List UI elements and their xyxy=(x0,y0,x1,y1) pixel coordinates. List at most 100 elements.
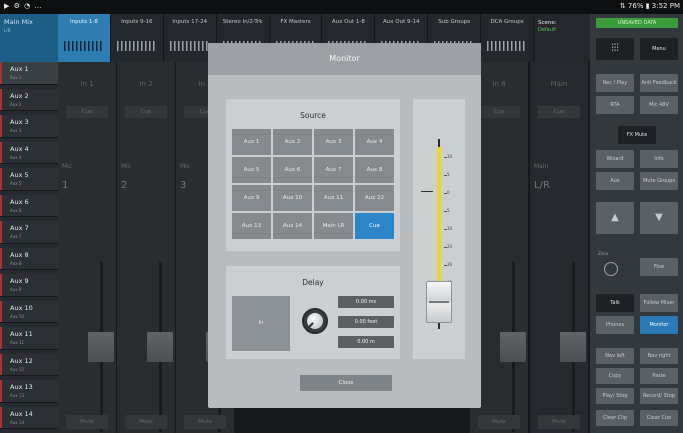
up-arrow-icon[interactable]: ▲ xyxy=(596,202,634,234)
sidebar-color-bar xyxy=(0,168,2,190)
sidebar-item-aux[interactable]: Aux 8 Aux 8 xyxy=(0,247,58,271)
rec-play-button[interactable]: Rec / Play xyxy=(596,74,634,92)
source-button[interactable]: Aux 5 xyxy=(232,157,271,183)
play-stop-button[interactable]: Play/ Stop xyxy=(596,388,634,404)
sidebar-item-sub: Aux 12 xyxy=(10,366,24,372)
delay-meters-field[interactable]: 0.00 m xyxy=(338,336,394,348)
sidebar-color-bar xyxy=(0,300,2,323)
tab-label: Inputs 9-16 xyxy=(121,19,153,25)
close-button[interactable]: Close xyxy=(300,375,392,391)
source-button[interactable]: Main LR xyxy=(314,213,353,239)
unsaved-data-badge: UNSAVED DATA xyxy=(596,18,678,28)
aux-button[interactable]: Aux xyxy=(596,172,634,190)
tab-label: Sub Groups xyxy=(438,19,471,25)
sidebar-item-aux[interactable]: Aux 1 Aux 1 xyxy=(0,62,58,85)
sidebar-item-aux[interactable]: Aux 7 Aux 7 xyxy=(0,221,58,244)
fader-tick-label: 10 xyxy=(447,226,453,231)
wizard-button[interactable]: Wizard xyxy=(596,150,634,168)
source-button[interactable]: Aux 12 xyxy=(355,185,394,211)
sidebar-item-aux[interactable]: Aux 11 Aux 11 xyxy=(0,327,58,350)
source-panel: Source Aux 1 Aux 2 Aux 3 Aux 4 Aux 5 Aux 6 Aux… xyxy=(226,99,400,251)
monitor-button[interactable]: Monitor xyxy=(640,316,678,334)
mixer-icon[interactable]: ⫶⫶⫶ xyxy=(596,38,634,60)
fine-button[interactable]: Fine xyxy=(640,258,678,276)
sidebar-item-sub: Aux 4 xyxy=(10,154,22,160)
sidebar-item-aux[interactable]: Aux 2 Aux 2 xyxy=(0,88,58,112)
sidebar-color-bar xyxy=(0,274,2,296)
copy-button[interactable]: Copy xyxy=(596,368,634,384)
sidebar-item-label: Main Mix xyxy=(4,18,33,26)
talk-button[interactable]: Talk xyxy=(596,294,634,312)
source-button[interactable]: Aux 6 xyxy=(273,157,312,183)
paste-button[interactable]: Paste xyxy=(640,368,678,384)
delay-ms-field[interactable]: 0.00 ms xyxy=(338,296,394,308)
scene-value: Default xyxy=(538,27,557,33)
source-button[interactable]: Aux 8 xyxy=(355,157,394,183)
sidebar-color-bar xyxy=(0,247,2,270)
record-stop-button[interactable]: Record/ Stop xyxy=(640,388,678,404)
monitor-fader[interactable]: 105051020304050 xyxy=(413,99,465,359)
info-button[interactable]: Info xyxy=(640,150,678,168)
delay-panel: Delay In 0.00 ms 0.00 feet 0.00 m xyxy=(226,266,400,359)
tab-bank[interactable]: DCA Groups xyxy=(481,14,534,62)
fx-mute-button[interactable]: FX Mute xyxy=(618,126,656,144)
delay-knob-icon[interactable] xyxy=(302,308,328,334)
sidebar-item-aux[interactable]: Aux 13 Aux 13 xyxy=(0,380,58,403)
fader-tick-label: 20 xyxy=(447,244,453,249)
status-icons: ▶ ⚙ ◔ … xyxy=(4,2,43,10)
sidebar-item-aux[interactable]: Aux 9 Aux 9 xyxy=(0,274,58,297)
source-button[interactable]: Aux 13 xyxy=(232,213,271,239)
source-button[interactable]: Aux 3 xyxy=(314,129,353,155)
sidebar-item-main-mix[interactable]: Main Mix L/R xyxy=(0,14,58,62)
zero-knob-icon[interactable] xyxy=(604,262,618,276)
down-arrow-icon[interactable]: ▼ xyxy=(640,202,678,234)
tab-label: Aux Out 9-14 xyxy=(383,19,420,25)
clear-clip-button[interactable]: Clear Clip xyxy=(596,410,634,426)
sidebar-color-bar xyxy=(0,194,2,217)
scene-panel[interactable]: Scene: Default xyxy=(534,14,590,62)
nav-right-button[interactable]: Nav right xyxy=(640,348,678,364)
source-button[interactable]: Aux 9 xyxy=(232,185,271,211)
source-button[interactable]: Aux 1 xyxy=(232,129,271,155)
source-button[interactable]: Aux 10 xyxy=(273,185,312,211)
sidebar-item-sub: Aux 2 xyxy=(10,101,22,107)
source-button[interactable]: Aux 4 xyxy=(355,129,394,155)
menu-button[interactable]: Menu xyxy=(640,38,678,60)
sidebar-item-aux[interactable]: Aux 3 Aux 3 xyxy=(0,115,58,138)
nav-left-button[interactable]: Nav left xyxy=(596,348,634,364)
source-button[interactable]: Aux 7 xyxy=(314,157,353,183)
delay-feet-field[interactable]: 0.00 feet xyxy=(338,316,394,328)
sidebar-item-sub: Aux 10 xyxy=(10,313,24,319)
sidebar-item-sub: Aux 5 xyxy=(10,181,22,186)
phones-button[interactable]: Phones xyxy=(596,316,634,334)
source-button[interactable]: Aux 2 xyxy=(273,129,312,155)
mic-48v-button[interactable]: Mic 48V xyxy=(640,96,678,114)
sidebar-item-sub: Aux 8 xyxy=(10,260,22,266)
unity-mark xyxy=(421,191,433,192)
delay-in-button[interactable]: In xyxy=(232,296,290,351)
sidebar-item-aux[interactable]: Aux 10 Aux 10 xyxy=(0,300,58,324)
mute-groups-button[interactable]: Mute Groups xyxy=(640,172,678,190)
sidebar-item-aux[interactable]: Aux 4 Aux 4 xyxy=(0,141,58,165)
anti-feedback-button[interactable]: Anti Feedback xyxy=(640,74,678,92)
tab-bank[interactable]: Inputs 1-8 xyxy=(58,14,111,62)
source-button[interactable]: Cue xyxy=(355,213,394,239)
source-button[interactable]: Aux 11 xyxy=(314,185,353,211)
sidebar-item-aux[interactable]: Aux 6 Aux 6 xyxy=(0,194,58,218)
sidebar-item-aux[interactable]: Aux 14 Aux 14 xyxy=(0,406,58,430)
fader-tick-label: 10 xyxy=(447,154,453,159)
rta-button[interactable]: RTA xyxy=(596,96,634,114)
follow-mixer-button[interactable]: Follow Mixer xyxy=(640,294,678,312)
sidebar-color-bar xyxy=(0,406,2,429)
tab-bank[interactable]: Inputs 9-16 xyxy=(111,14,164,62)
sidebar-item-aux[interactable]: Aux 5 Aux 5 xyxy=(0,168,58,191)
source-button[interactable]: Aux 14 xyxy=(273,213,312,239)
sidebar-item-label: Aux 13 xyxy=(10,383,33,391)
tab-label: Inputs 17-24 xyxy=(172,19,208,25)
sidebar-item-aux[interactable]: Aux 12 Aux 12 xyxy=(0,353,58,377)
clear-cue-button[interactable]: Clear Cue xyxy=(640,410,678,426)
fader-cap[interactable] xyxy=(426,281,452,323)
sidebar-item-label: Aux 8 xyxy=(10,250,29,259)
sidebar: Main Mix L/R Aux 1 Aux 1 Aux 2 Aux 2 Aux 3 Au… xyxy=(0,14,58,433)
delay-heading: Delay xyxy=(302,278,324,287)
